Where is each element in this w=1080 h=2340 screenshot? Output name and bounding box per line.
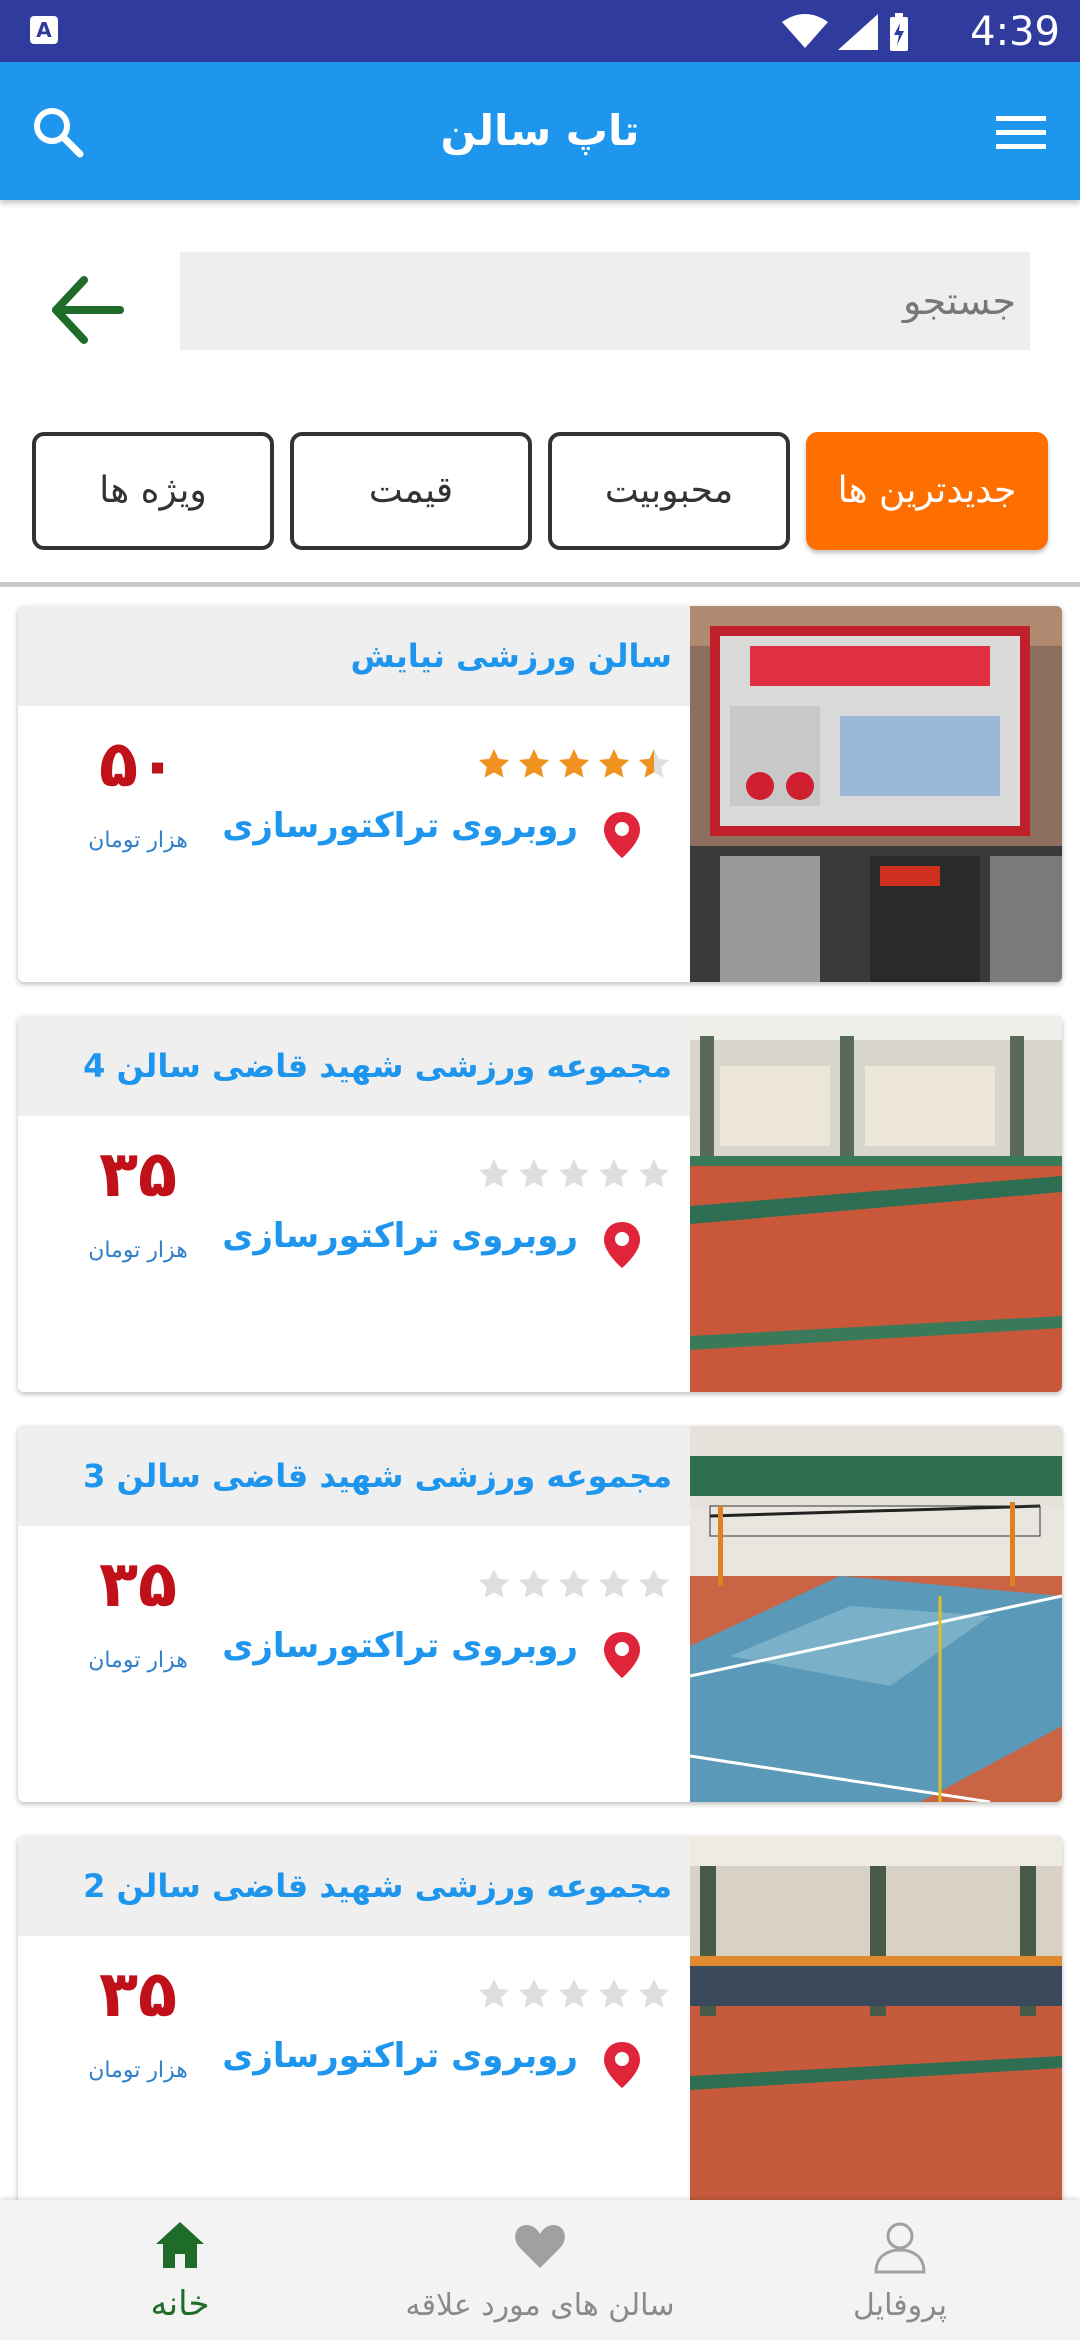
rating-stars xyxy=(476,1566,672,1602)
divider xyxy=(0,582,1080,587)
rating-stars xyxy=(476,1156,672,1192)
star-filled-icon xyxy=(479,749,509,778)
hall-card[interactable]: مجموعه ورزشی شهید قاضی سالن 4 روبروی ترا… xyxy=(18,1016,1062,1392)
hall-price: ۵۰ xyxy=(98,728,178,802)
hall-name: سالن ورزشی نیایش xyxy=(350,637,673,675)
nav-home[interactable]: خانه xyxy=(80,2200,280,2340)
star-empty-icon xyxy=(519,1569,549,1598)
battery-icon xyxy=(890,13,908,51)
filter-row: جدیدترین ها محبوبیت قیمت ویژه ها xyxy=(0,430,1080,550)
filter-popularity-button[interactable]: محبوبیت xyxy=(548,432,790,550)
profile-icon xyxy=(874,2222,926,2274)
hall-name: مجموعه ورزشی شهید قاضی سالن 2 xyxy=(83,1867,672,1905)
hall-card[interactable]: مجموعه ورزشی شهید قاضی سالن 3 روبروی ترا… xyxy=(18,1426,1062,1802)
hall-name: مجموعه ورزشی شهید قاضی سالن 3 xyxy=(83,1457,672,1495)
status-time: 4:39 xyxy=(970,9,1060,55)
star-empty-icon xyxy=(559,1569,589,1598)
location-pin-icon xyxy=(604,1632,640,1678)
location-pin-icon xyxy=(604,812,640,858)
star-filled-icon xyxy=(599,749,629,778)
nav-home-label: خانه xyxy=(150,2284,210,2324)
signal-icon xyxy=(838,14,878,50)
app-title: تاپ سالن xyxy=(440,106,640,155)
star-filled-icon xyxy=(559,749,589,778)
star-half-icon xyxy=(639,749,669,778)
bottom-nav: خانه سالن های مورد علاقه پروفایل xyxy=(0,2200,1080,2340)
back-button[interactable] xyxy=(40,260,140,360)
nav-profile-label: پروفایل xyxy=(853,2288,947,2323)
search-input[interactable] xyxy=(180,252,1030,350)
hall-name: مجموعه ورزشی شهید قاضی سالن 4 xyxy=(83,1047,672,1085)
hall-location: روبروی تراکتورسازی xyxy=(222,1626,578,1666)
star-empty-icon xyxy=(559,1979,589,2008)
rating-stars xyxy=(476,1976,672,2012)
star-empty-icon xyxy=(519,1159,549,1188)
status-icons xyxy=(782,12,910,52)
filter-price-button[interactable]: قیمت xyxy=(290,432,532,550)
home-icon xyxy=(156,2222,204,2268)
hall-photo xyxy=(690,1426,1062,1802)
filter-newest-button[interactable]: جدیدترین ها xyxy=(806,432,1048,550)
hall-card[interactable]: سالن ورزشی نیایش روبروی تراکتورسازی ۵۰ ه… xyxy=(18,606,1062,982)
star-empty-icon xyxy=(479,1979,509,2008)
wifi-icon xyxy=(782,14,828,48)
star-empty-icon xyxy=(639,1569,669,1598)
hall-price: ۳۵ xyxy=(98,1548,178,1622)
notification-icon: A xyxy=(30,16,58,44)
hall-photo xyxy=(690,606,1062,982)
nav-profile[interactable]: پروفایل xyxy=(800,2200,1000,2340)
hall-location: روبروی تراکتورسازی xyxy=(222,2036,578,2076)
rating-stars xyxy=(476,746,672,782)
star-empty-icon xyxy=(519,1979,549,2008)
menu-icon xyxy=(996,116,1046,149)
app-bar: تاپ سالن xyxy=(0,62,1080,200)
hall-photo xyxy=(690,1016,1062,1392)
price-unit: هزار تومان xyxy=(88,1648,188,1673)
hall-location: روبروی تراکتورسازی xyxy=(222,1216,578,1256)
heart-icon xyxy=(515,2225,565,2268)
location-pin-icon xyxy=(604,2042,640,2088)
filter-special-button[interactable]: ویژه ها xyxy=(32,432,274,550)
status-bar: A 4:39 xyxy=(0,0,1080,62)
arrow-back-icon xyxy=(52,276,124,344)
menu-button[interactable] xyxy=(986,98,1056,168)
location-pin-icon xyxy=(604,1222,640,1268)
star-empty-icon xyxy=(559,1159,589,1188)
hall-photo xyxy=(690,1836,1062,2200)
search-row xyxy=(0,200,1080,430)
price-unit: هزار تومان xyxy=(88,828,188,853)
star-empty-icon xyxy=(479,1159,509,1188)
price-unit: هزار تومان xyxy=(88,2058,188,2083)
star-empty-icon xyxy=(479,1569,509,1598)
star-empty-icon xyxy=(639,1979,669,2008)
hall-price: ۳۵ xyxy=(98,1958,178,2032)
star-empty-icon xyxy=(599,1159,629,1188)
price-unit: هزار تومان xyxy=(88,1238,188,1263)
star-filled-icon xyxy=(519,749,549,778)
nav-favorites-label: سالن های مورد علاقه xyxy=(405,2288,675,2323)
hall-price: ۳۵ xyxy=(98,1138,178,1212)
star-empty-icon xyxy=(599,1979,629,2008)
nav-favorites[interactable]: سالن های مورد علاقه xyxy=(380,2200,700,2340)
star-empty-icon xyxy=(639,1159,669,1188)
hall-location: روبروی تراکتورسازی xyxy=(222,806,578,846)
hall-list[interactable]: سالن ورزشی نیایش روبروی تراکتورسازی ۵۰ ه… xyxy=(0,600,1080,2200)
star-empty-icon xyxy=(599,1569,629,1598)
hall-card[interactable]: مجموعه ورزشی شهید قاضی سالن 2 روبروی ترا… xyxy=(18,1836,1062,2200)
